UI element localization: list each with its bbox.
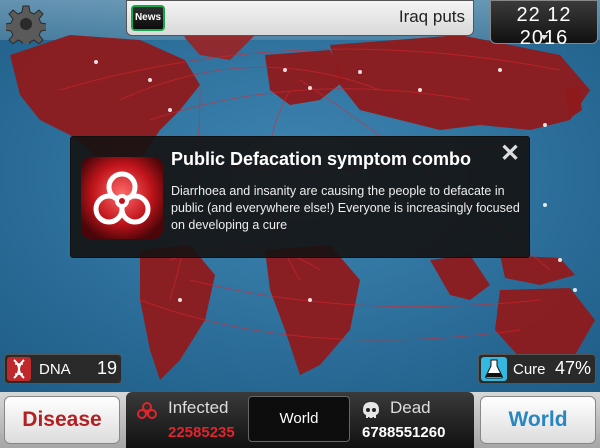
region-select-button[interactable]: World: [248, 396, 350, 442]
dead-label: Dead: [390, 398, 431, 417]
infected-stat[interactable]: Infected 22585235: [126, 392, 246, 448]
popup-title: Public Defacation symptom combo: [171, 149, 472, 169]
event-popup: Public Defacation symptom combo Diarrhoe…: [70, 136, 530, 258]
dna-icon: [7, 357, 31, 381]
cure-value: 47%: [554, 358, 591, 378]
settings-button[interactable]: [4, 4, 48, 49]
disease-button[interactable]: Disease: [4, 396, 120, 444]
bottom-bar: Disease Infected 22585235 World Dead 678…: [0, 392, 600, 448]
dna-value: 19: [96, 358, 117, 378]
cure-label: Cure: [513, 361, 546, 378]
date-text: 22 12 2016: [516, 4, 572, 49]
infected-value: 22585235: [168, 424, 235, 441]
infected-label: Infected: [168, 398, 229, 417]
date-display[interactable]: 22 12 2016: [490, 0, 598, 49]
biohazard-icon: [81, 157, 163, 239]
flask-icon: [481, 357, 507, 381]
biohazard-icon: [136, 400, 158, 422]
skull-icon: [360, 400, 382, 422]
dead-stat[interactable]: Dead 6788551260: [354, 392, 474, 448]
news-button[interactable]: News: [131, 5, 165, 31]
news-ticker-text: Iraq puts: [398, 7, 465, 26]
chevron-down-icon: [540, 35, 548, 40]
world-button[interactable]: World: [480, 396, 596, 444]
dna-label: DNA: [39, 361, 71, 378]
gear-icon: [4, 5, 48, 49]
news-ticker-bar[interactable]: News Iraq puts: [126, 0, 474, 36]
dead-value: 6788551260: [362, 424, 446, 441]
close-icon[interactable]: ✕: [499, 142, 521, 166]
popup-body: Diarrhoea and insanity are causing the p…: [171, 184, 520, 232]
cure-progress[interactable]: Cure 47%: [478, 354, 596, 384]
dna-counter[interactable]: DNA 19: [4, 354, 122, 384]
stats-panel: Infected 22585235 World Dead 6788551260: [126, 392, 474, 448]
